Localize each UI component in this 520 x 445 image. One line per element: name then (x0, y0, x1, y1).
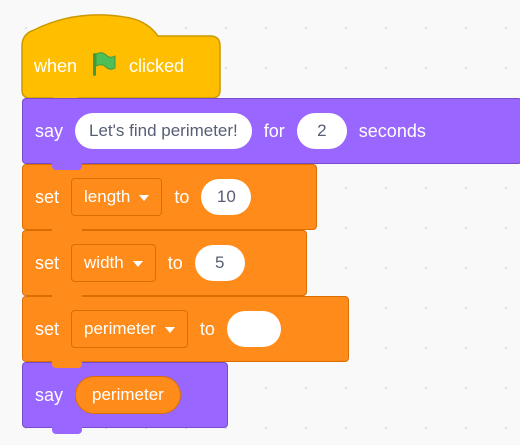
variable-name: width (84, 253, 124, 272)
set-label: set (35, 186, 60, 207)
when-label: when (34, 55, 78, 76)
connector-notch (52, 426, 82, 434)
value-input-length[interactable]: 10 (201, 179, 252, 215)
set-label: set (35, 318, 60, 339)
connector-notch (52, 228, 82, 236)
say-message-input[interactable]: Let's find perimeter! (75, 113, 252, 149)
say-block[interactable]: say perimeter (22, 362, 228, 428)
say-label: say (35, 120, 64, 141)
connector-notch (52, 162, 82, 170)
value-input-perimeter[interactable] (226, 311, 281, 347)
to-label: to (174, 186, 190, 207)
variable-name: perimeter (84, 319, 156, 338)
seconds-label: seconds (358, 120, 426, 141)
say-label: say (35, 384, 64, 405)
script-stack[interactable]: when clicked say Let's find perimeter! f… (0, 0, 520, 445)
variable-dropdown-width[interactable]: width (71, 244, 156, 282)
say-for-secs-block[interactable]: say Let's find perimeter! for 2 seconds (22, 98, 520, 164)
connector-notch (52, 360, 82, 368)
to-label: to (199, 318, 215, 339)
dropdown-caret-icon (139, 195, 150, 201)
set-width-block[interactable]: set width to 5 (22, 230, 307, 296)
dropdown-caret-icon (164, 327, 175, 333)
secs-input[interactable]: 2 (296, 113, 347, 149)
variable-name: length (84, 187, 131, 206)
perimeter-reporter[interactable]: perimeter (75, 376, 181, 414)
to-label: to (167, 252, 183, 273)
dropdown-caret-icon (132, 261, 143, 267)
variable-dropdown-perimeter[interactable]: perimeter (71, 310, 188, 348)
set-label: set (35, 252, 60, 273)
set-perimeter-block[interactable]: set perimeter to (22, 296, 349, 362)
green-flag-icon (89, 50, 117, 83)
variable-dropdown-length[interactable]: length (71, 178, 163, 216)
clicked-label: clicked (129, 55, 185, 76)
connector-notch (52, 294, 82, 302)
set-length-block[interactable]: set length to 10 (22, 164, 317, 230)
when-flag-clicked-block[interactable]: when clicked (22, 38, 184, 94)
for-label: for (263, 120, 285, 141)
value-input-width[interactable]: 5 (194, 245, 245, 281)
